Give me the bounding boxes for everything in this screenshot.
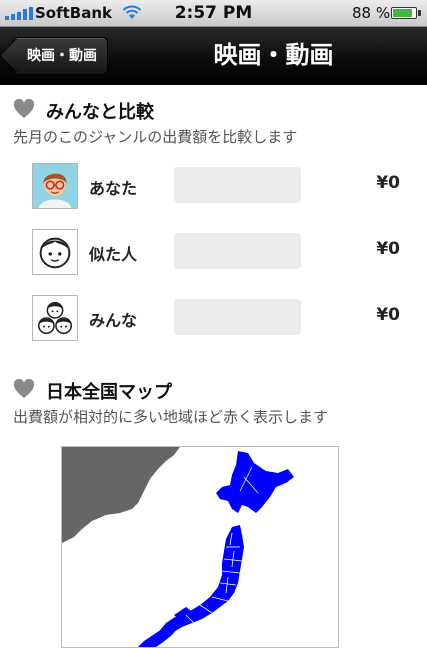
compare-row-you: あなた ¥0 — [0, 163, 427, 215]
compare-row-amount: ¥0 — [376, 239, 400, 259]
compare-row-everyone: みんな ¥0 — [0, 295, 427, 347]
back-button-label: 映画・動画 — [27, 48, 97, 64]
spending-bar — [174, 233, 301, 269]
spending-bar — [174, 299, 301, 335]
page-title: 映画・動画 — [213, 41, 334, 69]
battery-icon — [391, 7, 417, 19]
compare-section-title: みんなと比較 — [46, 102, 154, 123]
navigation-bar: 映画・動画 映画・動画 — [0, 27, 427, 85]
battery-cap — [418, 10, 421, 16]
battery-percentage: 88 % — [352, 4, 391, 22]
heart-icon — [13, 379, 35, 398]
japan-map-graphic — [62, 447, 294, 647]
spending-bar — [174, 167, 301, 203]
status-bar: SoftBank 2:57 PM 88 % — [0, 0, 427, 27]
heart-icon — [13, 99, 35, 118]
map-section-title: 日本全国マップ — [46, 382, 172, 403]
map-section-description: 出費額が相対的に多い地域ほど赤く表示します — [13, 408, 329, 426]
people-group-icon — [32, 295, 78, 341]
compare-row-label: 似た人 — [89, 245, 138, 264]
back-button[interactable]: 映画・動画 — [12, 37, 108, 75]
compare-section-description: 先月のこのジャンルの出費額を比較します — [13, 128, 298, 146]
compare-row-label: あなた — [89, 179, 138, 198]
person-face-icon — [32, 229, 78, 275]
compare-row-amount: ¥0 — [376, 173, 400, 193]
japan-map[interactable] — [61, 446, 339, 648]
user-photo-icon — [32, 163, 78, 209]
compare-row-amount: ¥0 — [376, 305, 400, 325]
compare-row-label: みんな — [89, 311, 138, 330]
compare-row-similar: 似た人 ¥0 — [0, 229, 427, 281]
